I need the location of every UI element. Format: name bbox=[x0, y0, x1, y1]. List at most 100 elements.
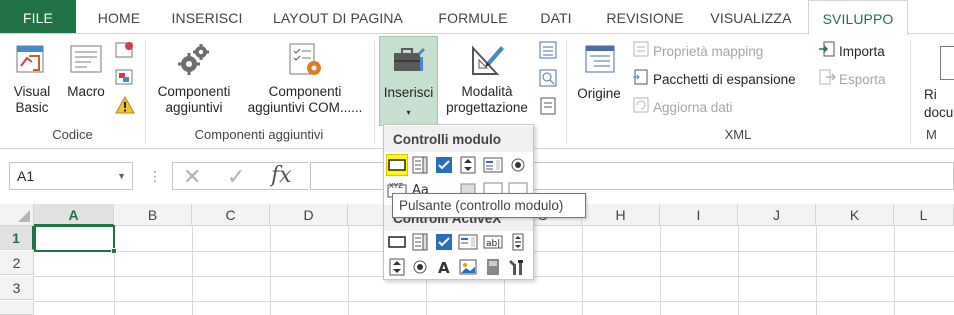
origine-button[interactable]: Origine bbox=[572, 36, 626, 124]
tab-layout-di-pagina[interactable]: LAYOUT DI PAGINA bbox=[262, 0, 414, 34]
column-header[interactable]: K bbox=[816, 204, 894, 226]
group-label-componenti: Componenti aggiuntivi bbox=[194, 127, 324, 142]
column-header[interactable]: H bbox=[582, 204, 660, 226]
importa-button[interactable]: Importa bbox=[818, 40, 885, 62]
visual-basic-label-2: Basic bbox=[15, 100, 49, 115]
group-label-xml: XML bbox=[724, 127, 752, 142]
xml-source-icon bbox=[580, 40, 618, 82]
tab-dati[interactable]: DATI bbox=[530, 0, 582, 34]
column-header[interactable]: C bbox=[192, 204, 270, 226]
group-label-partial: M bbox=[926, 127, 937, 142]
gridline bbox=[34, 301, 954, 302]
column-header[interactable]: J bbox=[738, 204, 816, 226]
inserisci-controlli-button[interactable]: Inserisci ▾ bbox=[379, 36, 438, 126]
activex-image-icon[interactable] bbox=[458, 257, 478, 277]
activex-label-icon[interactable]: A bbox=[434, 257, 454, 277]
ribbon-separator bbox=[910, 40, 911, 144]
visual-basic-label-1: Visual bbox=[13, 84, 51, 99]
run-dialog-icon[interactable] bbox=[538, 96, 558, 121]
document-panel-label-2: docu bbox=[924, 105, 954, 120]
column-header[interactable]: L bbox=[894, 204, 954, 226]
activex-combo-box-icon[interactable] bbox=[410, 232, 430, 252]
activex-command-button-icon[interactable] bbox=[387, 232, 407, 252]
pacchetti-label: Pacchetti di espansione bbox=[653, 72, 796, 88]
activex-spin-button-icon[interactable] bbox=[387, 257, 407, 277]
mapping-properties-icon bbox=[632, 40, 650, 65]
tab-formule[interactable]: FORMULE bbox=[428, 0, 518, 34]
toolbox-icon bbox=[390, 41, 428, 83]
proprieta-mapping-label: Proprietà mapping bbox=[653, 44, 764, 60]
com-label-2: aggiuntivi COM...... bbox=[247, 100, 363, 115]
activex-list-box-icon[interactable] bbox=[458, 232, 478, 252]
tab-visualizza[interactable]: VISUALIZZA bbox=[700, 0, 802, 34]
componenti-label-1: Componenti bbox=[157, 84, 231, 99]
svg-text:A: A bbox=[438, 259, 450, 276]
button-control-icon[interactable] bbox=[386, 154, 408, 176]
list-box-control-icon[interactable] bbox=[483, 155, 503, 175]
properties-icon[interactable] bbox=[538, 40, 558, 65]
tab-revisione[interactable]: REVISIONE bbox=[595, 0, 695, 34]
cancel-icon[interactable]: ✕ bbox=[183, 164, 201, 190]
chevron-down-icon: ▾ bbox=[406, 108, 411, 117]
view-code-icon[interactable] bbox=[538, 68, 558, 93]
column-header[interactable]: D bbox=[270, 204, 348, 226]
selected-cell-a1[interactable] bbox=[34, 225, 117, 254]
pacchetti-espansione-button[interactable]: Pacchetti di espansione bbox=[632, 68, 796, 90]
visual-basic-button[interactable]: Visual Basic bbox=[6, 36, 58, 124]
svg-text:XYZ: XYZ bbox=[389, 182, 403, 190]
relative-references-icon[interactable] bbox=[114, 67, 136, 94]
gears-icon bbox=[174, 40, 214, 84]
column-header[interactable]: I bbox=[660, 204, 738, 226]
com-label-1: Componenti bbox=[268, 84, 342, 99]
checkbox-control-icon[interactable] bbox=[434, 155, 454, 175]
macro-button[interactable]: Macro bbox=[62, 36, 110, 124]
select-all-corner[interactable] bbox=[0, 204, 34, 226]
row-header[interactable] bbox=[0, 301, 34, 315]
record-macro-icon[interactable] bbox=[114, 40, 136, 67]
document-panel-icon[interactable] bbox=[940, 46, 954, 80]
group-label-codice: Codice bbox=[52, 127, 93, 142]
esporta-label: Esporta bbox=[839, 72, 886, 88]
option-button-control-icon[interactable] bbox=[508, 155, 528, 175]
macro-label: Macro bbox=[67, 84, 105, 99]
row-header[interactable]: 1 bbox=[0, 226, 34, 250]
modalita-progettazione-button[interactable]: Modalità progettazione bbox=[440, 36, 534, 124]
combo-box-control-icon[interactable] bbox=[410, 155, 430, 175]
activex-checkbox-icon[interactable] bbox=[434, 232, 454, 252]
drag-handle-icon[interactable]: ⋮ bbox=[148, 164, 162, 188]
componenti-aggiuntivi-com-button[interactable]: Componenti aggiuntivi COM...... bbox=[238, 36, 372, 124]
insert-function-icon[interactable]: fx bbox=[271, 163, 292, 188]
export-icon bbox=[818, 68, 837, 93]
componenti-aggiuntivi-button[interactable]: Componenti aggiuntivi bbox=[150, 36, 238, 124]
name-box[interactable]: A1 ▼ bbox=[9, 162, 133, 190]
visual-basic-icon bbox=[13, 40, 51, 82]
activex-text-box-icon[interactable]: ab| bbox=[483, 232, 503, 252]
document-panel-button[interactable]: Ri docu bbox=[924, 86, 953, 122]
import-icon bbox=[818, 40, 836, 65]
column-header[interactable]: A bbox=[34, 204, 114, 226]
inserisci-label: Inserisci bbox=[383, 85, 434, 100]
activex-scroll-bar-icon[interactable] bbox=[508, 232, 528, 252]
aggiorna-dati-label: Aggiorna dati bbox=[653, 100, 733, 116]
proprieta-mapping-button[interactable]: Proprietà mapping bbox=[632, 40, 763, 62]
activex-toggle-button-icon[interactable] bbox=[483, 257, 503, 277]
macro-security-icon[interactable] bbox=[114, 94, 136, 121]
tab-home[interactable]: HOME bbox=[84, 0, 154, 34]
aggiorna-dati-button[interactable]: Aggiorna dati bbox=[632, 96, 733, 118]
confirm-icon[interactable]: ✓ bbox=[227, 164, 245, 190]
activex-option-button-icon[interactable] bbox=[410, 257, 430, 277]
tab-sviluppo[interactable]: SVILUPPO bbox=[808, 0, 908, 35]
spin-button-control-icon[interactable] bbox=[458, 155, 478, 175]
refresh-data-icon bbox=[632, 96, 650, 121]
column-header[interactable]: B bbox=[114, 204, 192, 226]
row-header[interactable]: 3 bbox=[0, 276, 34, 300]
esporta-button[interactable]: Esporta bbox=[818, 68, 886, 90]
modalita-label-2: progettazione bbox=[446, 100, 528, 115]
chevron-down-icon[interactable]: ▼ bbox=[117, 163, 126, 189]
tab-inserisci[interactable]: INSERISCI bbox=[164, 0, 250, 34]
activex-more-controls-icon[interactable] bbox=[508, 257, 528, 277]
fill-handle[interactable] bbox=[111, 248, 117, 254]
tab-file[interactable]: FILE bbox=[0, 0, 76, 34]
ribbon-tab-bar: FILE HOME INSERISCI LAYOUT DI PAGINA FOR… bbox=[0, 0, 954, 35]
row-header[interactable]: 2 bbox=[0, 251, 34, 275]
